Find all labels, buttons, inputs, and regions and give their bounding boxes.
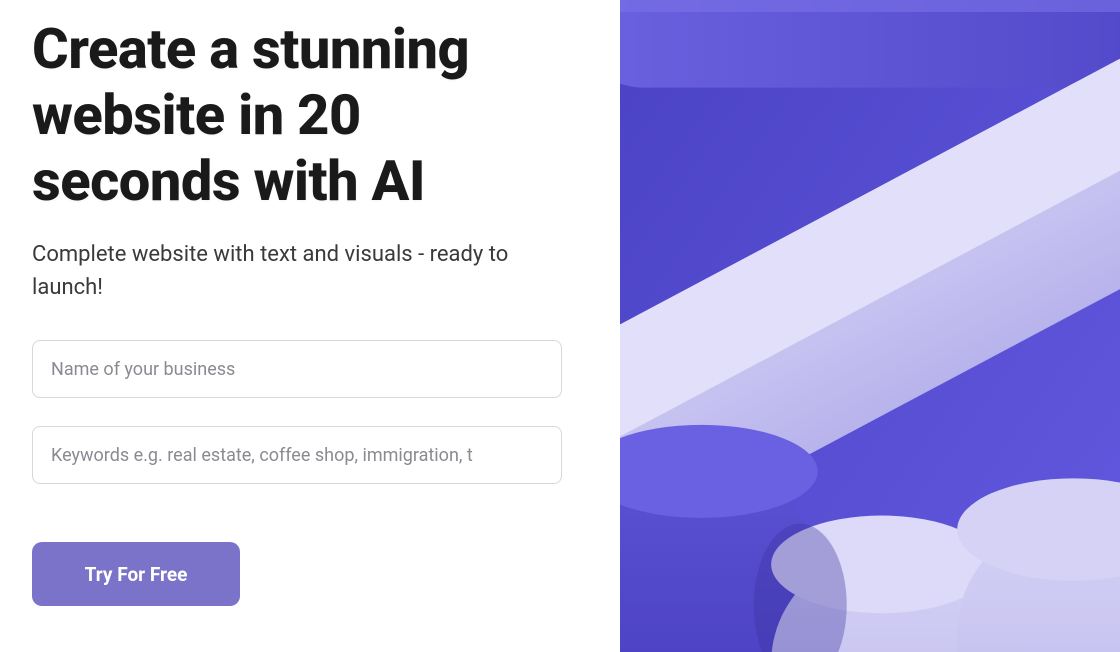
business-name-input[interactable] bbox=[32, 340, 562, 398]
signup-form: Try For Free bbox=[32, 340, 562, 606]
try-for-free-button[interactable]: Try For Free bbox=[32, 542, 240, 606]
keywords-input[interactable] bbox=[32, 426, 562, 484]
hero-headline: Create a stunning website in 20 seconds … bbox=[32, 16, 580, 214]
hero-illustration bbox=[620, 0, 1120, 652]
hero-subhead: Complete website with text and visuals -… bbox=[32, 238, 580, 304]
